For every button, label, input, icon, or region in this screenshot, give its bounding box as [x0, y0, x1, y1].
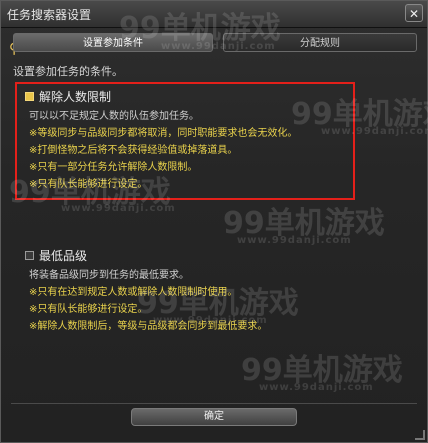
tab-distribution-rules[interactable]: 分配规则 — [223, 33, 417, 52]
tab-bar: 设置参加条件 分配规则 — [13, 33, 417, 53]
minimum-item-level-note-3: ※解除人数限制后，等级与品级都会同步到最低要求。 — [29, 321, 268, 332]
watermark-url: www.99danji.com — [237, 235, 352, 246]
title-bar[interactable]: 任务搜索器设置 ✕ — [1, 1, 427, 28]
watermark-url: www.99danji.com — [61, 203, 176, 214]
tab-participation-conditions[interactable]: 设置参加条件 — [13, 33, 213, 52]
unrestricted-party-title: 解除人数限制 — [39, 90, 112, 104]
minimum-item-level-checkbox[interactable] — [25, 251, 34, 260]
unrestricted-party-checkbox[interactable] — [25, 92, 34, 101]
footer-divider — [11, 403, 417, 404]
intro-text: 设置参加任务的条件。 — [13, 65, 123, 78]
minimum-item-level-note-1: ※只有在达到规定人数或解除人数限制时使用。 — [29, 287, 238, 298]
minimum-item-level-title: 最低品级 — [39, 249, 88, 263]
window-title: 任务搜索器设置 — [7, 8, 92, 22]
close-icon: ✕ — [408, 7, 420, 21]
unrestricted-party-note-4: ※只有队长能够进行设定。 — [29, 179, 148, 190]
minimum-item-level-description: 将装备品级同步到任务的最低要求。 — [29, 270, 189, 281]
unrestricted-party-description: 可以以不足规定人数的队伍参加任务。 — [29, 111, 199, 122]
minimum-item-level-note-2: ※只有队长能够进行设定。 — [29, 304, 148, 315]
confirm-button[interactable]: 确定 — [131, 408, 297, 426]
watermark-logo: 99单机游戏 — [223, 206, 385, 241]
resize-grip-icon[interactable] — [415, 430, 425, 440]
unrestricted-party-note-1: ※等级同步与品级同步都将取消，同时职能要求也会无效化。 — [29, 128, 298, 139]
unrestricted-party-note-3: ※只有一部分任务允许解除人数限制。 — [29, 162, 198, 173]
unrestricted-party-note-2: ※打倒怪物之后将不会获得经验值或掉落道具。 — [29, 145, 238, 156]
watermark-logo: 99单机游戏 — [241, 353, 403, 388]
close-button[interactable]: ✕ — [405, 4, 423, 22]
task-finder-settings-window: 任务搜索器设置 ✕ ⚲ 设置参加条件 分配规则 设置参加任务的条件。 解除人数限… — [0, 0, 428, 443]
watermark-url: www.99danji.com — [259, 382, 374, 393]
